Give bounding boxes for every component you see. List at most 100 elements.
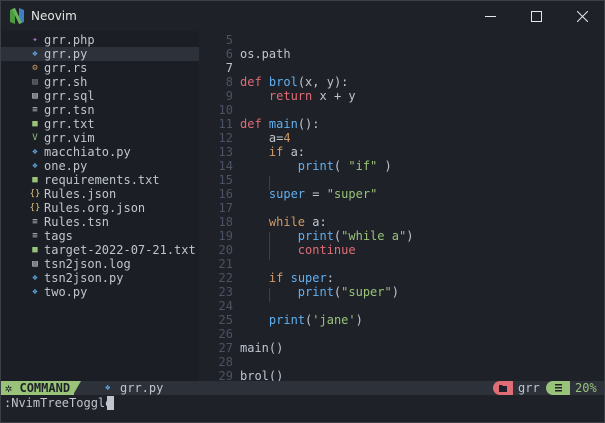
close-button[interactable]	[559, 1, 605, 31]
code-text: main()	[240, 341, 283, 355]
tree-item[interactable]: ▤ grr.sh	[1, 75, 199, 89]
code-line: 18 while a:	[199, 215, 604, 229]
tree-item[interactable]: ■ requirements.txt	[1, 173, 199, 187]
tree-item-label: grr.sql	[44, 89, 95, 103]
tree-item-label: Rules.json	[44, 187, 117, 201]
code-token: print	[268, 313, 306, 327]
code-token: a=	[240, 131, 284, 145]
tree-item[interactable]: ❖ grr.py	[1, 47, 199, 61]
tree-item-label: tags	[44, 229, 73, 243]
tree-item[interactable]: ⚙ grr.rs	[1, 61, 199, 75]
tree-item[interactable]: ▤ grr.sql	[1, 89, 199, 103]
line-number: 23	[218, 285, 233, 299]
tree-item[interactable]: Vgrr.vim	[1, 131, 199, 145]
python-file-icon: ❖	[32, 147, 38, 157]
text-file-icon: ≡	[32, 231, 38, 241]
code-token: )	[391, 285, 399, 299]
code-token: 'jane'	[312, 313, 356, 327]
code-token: os.path	[240, 47, 291, 61]
code-text: if super:	[240, 271, 334, 285]
window-title: Neovim	[31, 9, 77, 23]
lines-icon	[555, 384, 562, 392]
minimize-button[interactable]	[467, 1, 513, 31]
tree-item-label: grr.txt	[44, 117, 95, 131]
code-text: print('jane')	[240, 313, 363, 327]
code-line: 24	[199, 299, 604, 313]
code-token: a:	[283, 145, 306, 159]
code-token: (x, y):	[297, 75, 349, 89]
line-number: 20	[218, 243, 233, 257]
text-file-icon: ≡	[32, 217, 38, 227]
text-cursor	[107, 396, 114, 410]
code-line: 6 os.path	[199, 47, 604, 61]
code-line: 5	[199, 33, 604, 47]
tree-item[interactable]: ❖ tsn2json.py	[1, 271, 199, 285]
tree-item[interactable]: ■ target-2022-07-21.txt	[1, 243, 199, 257]
python-file-icon: ❖	[105, 383, 111, 393]
json-file-icon: {}	[29, 203, 41, 213]
lines-icon-block	[546, 381, 570, 395]
code-token: :	[326, 271, 334, 285]
neovim-logo-icon	[10, 8, 24, 24]
tree-item[interactable]: ❖ macchiato.py	[1, 145, 199, 159]
file-tree: ✦ grr.php ❖ grr.py ⚙ grr.rs ▤ grr.sh ▤ grr.sql ≡ gr…	[1, 31, 199, 381]
tree-item[interactable]: ≡ grr.tsn	[1, 103, 199, 117]
line-number: 26	[218, 327, 233, 341]
code-token: "while a"	[341, 229, 407, 243]
status-line: ✲ COMMAND ❖ grr.py grr 20%	[1, 381, 604, 395]
tree-item-label: requirements.txt	[44, 173, 160, 187]
tree-item-label: Rules.tsn	[44, 215, 110, 229]
line-number: 9	[225, 89, 233, 103]
code-token: "super"	[326, 187, 378, 201]
code-token: "if"	[348, 159, 378, 173]
line-number: 25	[218, 313, 233, 327]
code-line: 8 def brol(x, y):	[199, 75, 604, 89]
tree-item[interactable]: ❖ two.py	[1, 285, 199, 299]
line-number: 21	[218, 257, 233, 271]
status-filename: grr.py	[120, 381, 164, 395]
tree-item[interactable]: ❖ one.py	[1, 159, 199, 173]
code-text: return x + y	[240, 89, 356, 103]
tree-item[interactable]: {} Rules.json	[1, 187, 199, 201]
tree-item-label: grr.py	[44, 47, 88, 61]
code-line: 22 if super:	[199, 271, 604, 285]
folder-icon-block	[493, 381, 513, 395]
code-line: 15	[199, 173, 604, 187]
line-number: 8	[225, 75, 233, 89]
tree-item[interactable]: ≡ Rules.tsn	[1, 215, 199, 229]
command-line[interactable]: :NvimTreeToggle	[1, 395, 604, 422]
code-token: super	[290, 271, 327, 285]
line-number: 7	[225, 61, 233, 75]
code-token: 4	[283, 131, 291, 145]
code-text: continue	[240, 243, 356, 257]
tree-item[interactable]: ■ grr.txt	[1, 117, 199, 131]
tree-item[interactable]: ▤ tsn2json.log	[1, 257, 199, 271]
log-file-icon: ▤	[32, 259, 38, 269]
php-file-icon: ✦	[32, 35, 38, 45]
tree-item[interactable]: ✦ grr.php	[1, 33, 199, 47]
tree-item[interactable]: ≡ tags	[1, 229, 199, 243]
line-number: 28	[218, 355, 233, 369]
txt-file-icon: ■	[32, 245, 38, 255]
maximize-button[interactable]	[513, 1, 559, 31]
code-line: 10	[199, 103, 604, 117]
line-number: 5	[225, 33, 233, 47]
txt-file-icon: ■	[32, 175, 38, 185]
code-text: if a:	[240, 145, 305, 159]
tree-item-label: macchiato.py	[44, 145, 131, 159]
code-token: def	[240, 75, 262, 89]
close-icon	[576, 10, 588, 22]
code-line: 19 print("while a")	[199, 229, 604, 243]
editor-pane[interactable]: 5 6 os.path 7 8 def brol(x, y): 9 return x + y…	[199, 31, 604, 383]
python-file-icon: ❖	[32, 161, 38, 171]
tree-item[interactable]: {} Rules.org.json	[1, 201, 199, 215]
code-token: print	[297, 285, 334, 299]
